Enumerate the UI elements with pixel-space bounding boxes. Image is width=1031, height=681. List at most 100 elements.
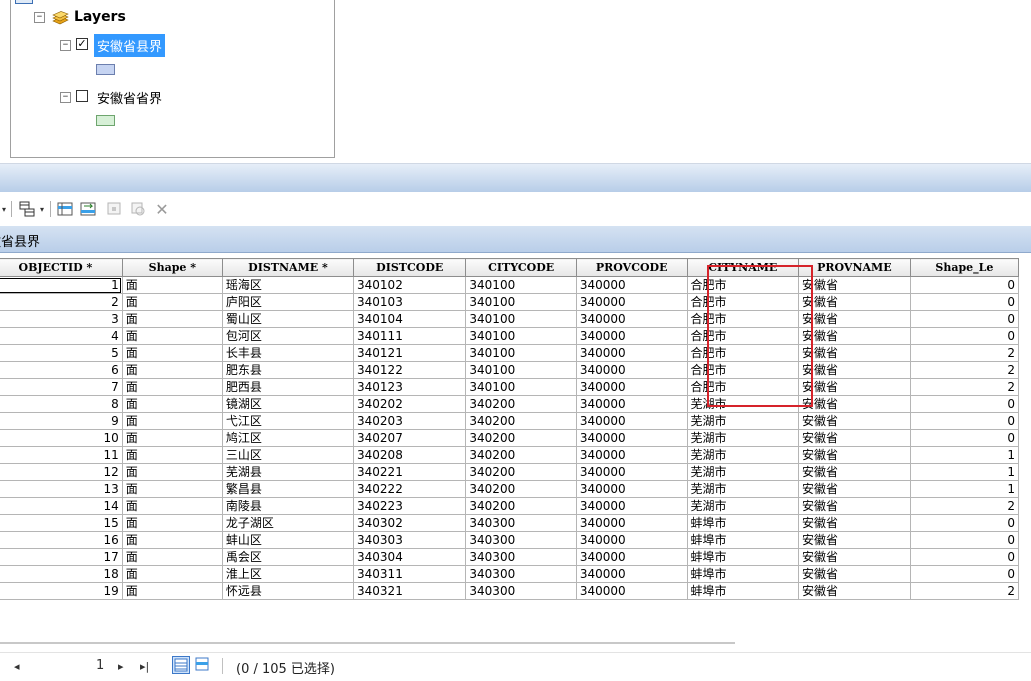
table-cell[interactable]: 面 [121,327,223,345]
table-cell[interactable]: 0 [909,548,1020,566]
table-cell[interactable]: 340000 [575,582,688,600]
table-row[interactable]: 19 面怀远县 340321 340300 340000 蚌埠市 安徽省 2 [0,582,1020,600]
table-cell[interactable]: 安徽省 [798,395,911,413]
table-row[interactable]: 18 面淮上区 340311 340300 340000 蚌埠市 安徽省 0 [0,565,1020,583]
table-cell[interactable]: 340000 [575,565,688,583]
table-cell[interactable]: 合肥市 [686,276,800,294]
table-cell[interactable]: 长丰县 [221,344,355,362]
table-row[interactable]: 1 面瑶海区 340102 340100 340000 合肥市 安徽省 0 [0,276,1020,294]
table-cell[interactable]: 18 [0,565,123,583]
table-cell[interactable]: 6 [0,361,123,379]
table-cell[interactable]: 340000 [575,497,688,515]
table-cell[interactable]: 弋江区 [221,412,355,430]
table-cell[interactable]: 面 [121,531,223,549]
table-cell[interactable]: 蚌埠市 [686,514,800,532]
table-cell[interactable]: 340100 [465,327,577,345]
table-cell[interactable]: 340000 [575,412,688,430]
table-row[interactable]: 5 面长丰县 340121 340100 340000 合肥市 安徽省 2 [0,344,1020,362]
table-cell[interactable]: 340321 [353,582,467,600]
table-cell[interactable]: 安徽省 [798,344,911,362]
column-header[interactable]: PROVNAME [798,258,911,277]
table-cell[interactable]: 340300 [465,531,577,549]
table-cell[interactable]: 340000 [575,514,688,532]
table-cell[interactable]: 340000 [575,344,688,362]
table-cell[interactable]: 15 [0,514,123,532]
table-cell[interactable]: 340203 [353,412,467,430]
table-cell[interactable]: 包河区 [221,327,355,345]
table-cell[interactable]: 9 [0,412,123,430]
table-window-title-bar[interactable] [0,163,1031,192]
table-cell[interactable]: 340000 [575,446,688,464]
switch-selection-button[interactable] [78,200,98,218]
table-cell[interactable]: 安徽省 [798,514,911,532]
table-cell[interactable]: 芜湖市 [686,463,800,481]
table-cell[interactable]: 蚌埠市 [686,531,800,549]
column-header[interactable]: PROVCODE [575,258,688,277]
table-cell[interactable]: 鸠江区 [221,429,355,447]
table-cell[interactable]: 面 [121,480,223,498]
table-cell[interactable]: 2 [909,344,1020,362]
table-cell[interactable]: 合肥市 [686,310,800,328]
table-cell[interactable]: 三山区 [221,446,355,464]
table-cell[interactable]: 340100 [465,361,577,379]
show-selected-records-button[interactable] [194,656,212,674]
table-cell[interactable]: 340300 [465,514,577,532]
table-cell[interactable]: 340000 [575,276,688,294]
table-cell[interactable]: 340200 [465,429,577,447]
table-cell[interactable]: 面 [121,276,223,294]
table-cell[interactable]: 1 [909,480,1020,498]
table-cell[interactable]: 安徽省 [798,276,911,294]
table-row[interactable]: 3 面蜀山区 340104 340100 340000 合肥市 安徽省 0 [0,310,1020,328]
table-cell[interactable]: 340311 [353,565,467,583]
layer-1-visibility-checkbox[interactable]: ✓ [76,38,88,50]
table-cell[interactable]: 340103 [353,293,467,311]
table-row[interactable]: 17 面禹会区 340304 340300 340000 蚌埠市 安徽省 0 [0,548,1020,566]
last-record-icon[interactable]: ▸| [140,660,149,673]
table-cell[interactable]: 340122 [353,361,467,379]
table-cell[interactable]: 芜湖市 [686,429,800,447]
table-cell[interactable]: 面 [121,361,223,379]
table-cell[interactable]: 340223 [353,497,467,515]
table-cell[interactable]: 340100 [465,276,577,294]
table-cell[interactable]: 0 [909,395,1020,413]
table-cell[interactable]: 安徽省 [798,565,911,583]
table-cell[interactable]: 安徽省 [798,361,911,379]
table-cell[interactable]: 4 [0,327,123,345]
table-cell[interactable]: 蚌埠市 [686,565,800,583]
table-cell[interactable]: 面 [121,395,223,413]
table-cell[interactable]: 340111 [353,327,467,345]
table-cell[interactable]: 面 [121,446,223,464]
table-cell[interactable]: 340121 [353,344,467,362]
table-cell[interactable]: 8 [0,395,123,413]
zoom-to-selected-button[interactable] [128,200,148,218]
table-cell[interactable]: 安徽省 [798,548,911,566]
table-cell[interactable]: 1 [909,463,1020,481]
table-cell[interactable]: 340200 [465,412,577,430]
table-cell[interactable]: 安徽省 [798,310,911,328]
table-cell[interactable]: 340302 [353,514,467,532]
table-cell[interactable]: 面 [121,293,223,311]
table-cell[interactable]: 芜湖市 [686,395,800,413]
table-cell[interactable]: 340303 [353,531,467,549]
table-cell[interactable]: 5 [0,344,123,362]
table-cell[interactable]: 340000 [575,327,688,345]
table-row[interactable]: 15 面龙子湖区 340302 340300 340000 蚌埠市 安徽省 0 [0,514,1020,532]
table-cell[interactable]: 340304 [353,548,467,566]
table-cell[interactable]: 0 [909,293,1020,311]
table-cell[interactable]: 340100 [465,344,577,362]
table-cell[interactable]: 340200 [465,497,577,515]
table-cell[interactable]: 340104 [353,310,467,328]
table-cell[interactable]: 肥东县 [221,361,355,379]
table-cell[interactable]: 安徽省 [798,446,911,464]
table-cell[interactable]: 13 [0,480,123,498]
table-cell[interactable]: 安徽省 [798,327,911,345]
table-cell[interactable]: 0 [909,531,1020,549]
previous-record-icon[interactable]: ◂ [14,660,20,673]
table-row[interactable]: 16 面蚌山区 340303 340300 340000 蚌埠市 安徽省 0 [0,531,1020,549]
table-cell[interactable]: 12 [0,463,123,481]
table-cell[interactable]: 340221 [353,463,467,481]
table-cell[interactable]: 合肥市 [686,361,800,379]
table-cell[interactable]: 340200 [465,463,577,481]
table-cell[interactable]: 繁昌县 [221,480,355,498]
delete-selected-button[interactable]: ✕ [152,200,172,219]
